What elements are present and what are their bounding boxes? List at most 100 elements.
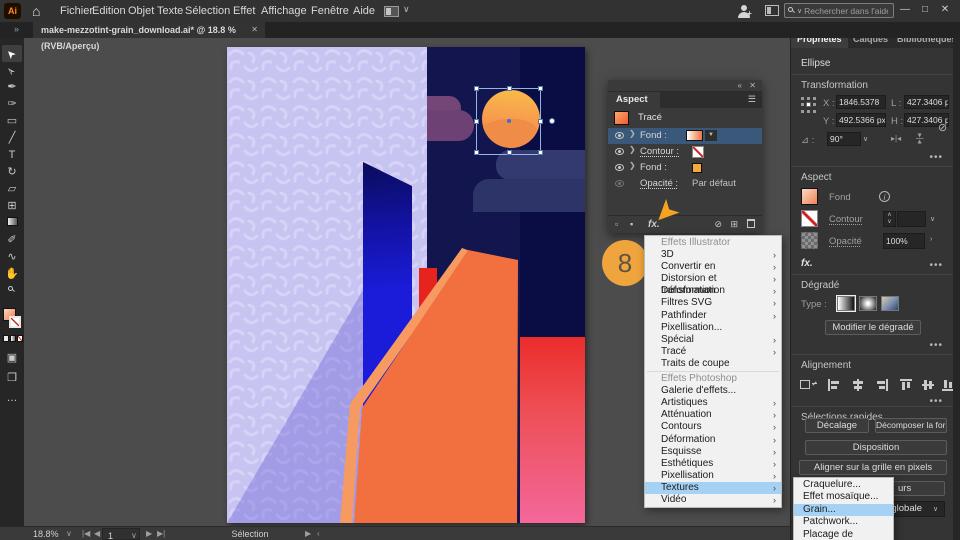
stroke-swatch[interactable] <box>801 210 818 227</box>
menu-item-distorsion[interactable]: Distorsion et transformation › <box>645 273 781 296</box>
tool-shape-builder[interactable]: ⊞ <box>2 198 22 215</box>
arrange-button[interactable]: Disposition <box>805 440 947 455</box>
next-page-icon[interactable]: ▶ <box>146 527 152 540</box>
expand-chevron-icon[interactable]: ❯ <box>629 161 636 170</box>
none-button[interactable] <box>17 335 23 342</box>
menu-item-trace[interactable]: Tracé › <box>645 346 781 358</box>
stroke-row-label[interactable]: Contour : <box>640 146 679 157</box>
menu-affichage[interactable]: Affichage <box>261 0 307 22</box>
help-search[interactable]: ∨ <box>784 3 894 18</box>
menu-item-attenuation[interactable]: Atténuation › <box>645 409 781 421</box>
appearance-object-row[interactable]: Tracé <box>608 108 762 128</box>
minimize-icon[interactable]: — <box>896 0 914 22</box>
menu-fenetre[interactable]: Fenêtre <box>311 0 349 22</box>
status-play-icon[interactable]: ▶ <box>305 527 311 540</box>
expand-chevron-icon[interactable]: ❯ <box>629 129 636 138</box>
menu-item-galerie-effets[interactable]: Galerie d'effets... <box>645 385 781 397</box>
gradient-button[interactable] <box>10 335 16 342</box>
close-panel-icon[interactable]: ✕ <box>749 81 756 90</box>
flip-horizontal-icon[interactable]: ▸|◂ <box>891 134 901 143</box>
align-right-icon[interactable] <box>875 378 889 392</box>
tool-direct-selection[interactable]: ➢ <box>2 62 22 79</box>
status-expand-icon[interactable]: ‹ <box>317 527 320 540</box>
color-button[interactable] <box>3 335 9 342</box>
menu-texte[interactable]: Texte <box>157 0 183 22</box>
offset-button[interactable]: Décalage <box>805 418 869 433</box>
selection-handle[interactable] <box>538 86 543 91</box>
align-left-icon[interactable] <box>827 378 841 392</box>
link-dimensions-icon[interactable]: ⊘ <box>938 121 947 134</box>
tool-paintbrush[interactable]: ╱ <box>2 130 22 147</box>
menu-selection[interactable]: Sélection <box>185 0 230 22</box>
tab-close-icon[interactable]: ✕ <box>251 22 258 38</box>
appearance-tab[interactable]: Aspect <box>608 92 660 108</box>
appearance-fill2-row[interactable]: ❯ Fond : <box>608 160 762 176</box>
flip-vertical-icon[interactable]: ▸|◂ <box>916 133 925 143</box>
appearance-fill-row-selected[interactable]: ❯ Fond : ▼ <box>608 128 762 144</box>
toolbar-collapse-icon[interactable]: » <box>14 24 19 34</box>
menu-item-contours[interactable]: Contours › <box>645 421 781 433</box>
selection-handle[interactable] <box>474 119 479 124</box>
duplicate-item-icon[interactable]: ⊞ <box>730 219 738 230</box>
fill2-orange-swatch[interactable] <box>692 163 702 173</box>
tool-zoom[interactable] <box>2 283 22 300</box>
opacity-chevron-icon[interactable]: › <box>930 236 932 243</box>
tool-rotate[interactable]: ↻ <box>2 164 22 181</box>
align-center-vertical-icon[interactable] <box>921 378 935 392</box>
opacity-swatch[interactable] <box>801 232 818 249</box>
selection-handle[interactable] <box>538 150 543 155</box>
edit-gradient-button[interactable]: Modifier le dégradé <box>825 320 921 335</box>
expand-shape-button[interactable]: Décomposer la forme <box>875 418 947 433</box>
submenu-item-grain[interactable]: Grain... <box>794 503 893 517</box>
selection-handle[interactable] <box>507 86 512 91</box>
stroke-weight-stepper[interactable]: ∧ ∨ <box>883 211 896 227</box>
artboard-tool[interactable]: ❒ <box>2 370 22 387</box>
share-document-icon[interactable] <box>765 5 779 16</box>
menu-item-video[interactable]: Vidéo › <box>645 494 781 506</box>
gradient-radial-button[interactable] <box>859 296 877 311</box>
tool-curvature[interactable]: ✑ <box>2 96 22 113</box>
visibility-eye-icon[interactable] <box>615 180 624 187</box>
page-number-field[interactable]: 1 ∨ <box>102 528 140 540</box>
delete-item-icon[interactable] <box>747 219 755 228</box>
tool-selection[interactable]: ➤ <box>2 45 22 62</box>
fill-stroke-indicator[interactable] <box>3 306 21 330</box>
menu-item-esthetiques[interactable]: Esthétiques › <box>645 458 781 470</box>
menu-item-convertir-en[interactable]: Convertir en › <box>645 261 781 273</box>
menu-item-3d[interactable]: 3D › <box>645 249 781 261</box>
menu-item-special[interactable]: Spécial › <box>645 334 781 346</box>
aspect-more-icon[interactable]: ••• <box>929 260 943 271</box>
visibility-eye-icon[interactable] <box>615 132 624 139</box>
align-top-icon[interactable] <box>899 378 913 392</box>
home-icon[interactable]: ⌂ <box>32 2 40 20</box>
selection-handle[interactable] <box>474 86 479 91</box>
submenu-item-effet-mosaique[interactable]: Effet mosaïque... <box>794 491 893 503</box>
tool-pen[interactable]: ✒ <box>2 79 22 96</box>
menu-item-traits-de-coupe[interactable]: Traits de coupe <box>645 358 781 370</box>
clear-appearance-icon[interactable]: ⊘ <box>714 219 722 230</box>
account-icon[interactable]: + <box>737 4 752 18</box>
tool-shaper[interactable]: ∿ <box>2 249 22 266</box>
tool-eyedropper[interactable]: ✐ <box>2 232 22 249</box>
workspace-chevron-icon[interactable]: ∨ <box>403 4 410 15</box>
menu-item-pixellisation-ps[interactable]: Pixellisation › <box>645 470 781 482</box>
fx-button[interactable]: fx. <box>801 258 813 269</box>
menu-item-deformation-ps[interactable]: Déformation › <box>645 434 781 446</box>
opacity-row-label[interactable]: Opacité : <box>640 178 678 189</box>
align-pixel-grid-button[interactable]: Aligner sur la grille en pixels <box>799 460 947 475</box>
hidden-dropdown-chevron-icon[interactable]: ∨ <box>933 505 938 513</box>
menu-item-pathfinder[interactable]: Pathfinder › <box>645 310 781 322</box>
selection-side-handle[interactable] <box>549 118 555 124</box>
menu-objet[interactable]: Objet <box>128 0 154 22</box>
menu-item-filtres-svg[interactable]: Filtres SVG › <box>645 297 781 309</box>
close-icon[interactable]: ✕ <box>936 0 954 22</box>
fill-dropdown-icon[interactable]: ▼ <box>705 130 717 141</box>
tool-rectangle[interactable]: ▭ <box>2 113 22 130</box>
menu-item-deformation[interactable]: Déformation › <box>645 285 781 297</box>
menu-aide[interactable]: Aide <box>353 0 375 22</box>
zoom-level[interactable]: 18.8% <box>33 527 59 540</box>
zoom-chevron-icon[interactable]: ∨ <box>66 527 72 540</box>
document-tab[interactable]: make-mezzotint-grain_download.ai* @ 18.8… <box>33 22 265 51</box>
submenu-item-placage-de-texture[interactable]: Placage de texture... <box>794 529 893 540</box>
menu-fichier[interactable]: Fichier <box>60 0 93 22</box>
